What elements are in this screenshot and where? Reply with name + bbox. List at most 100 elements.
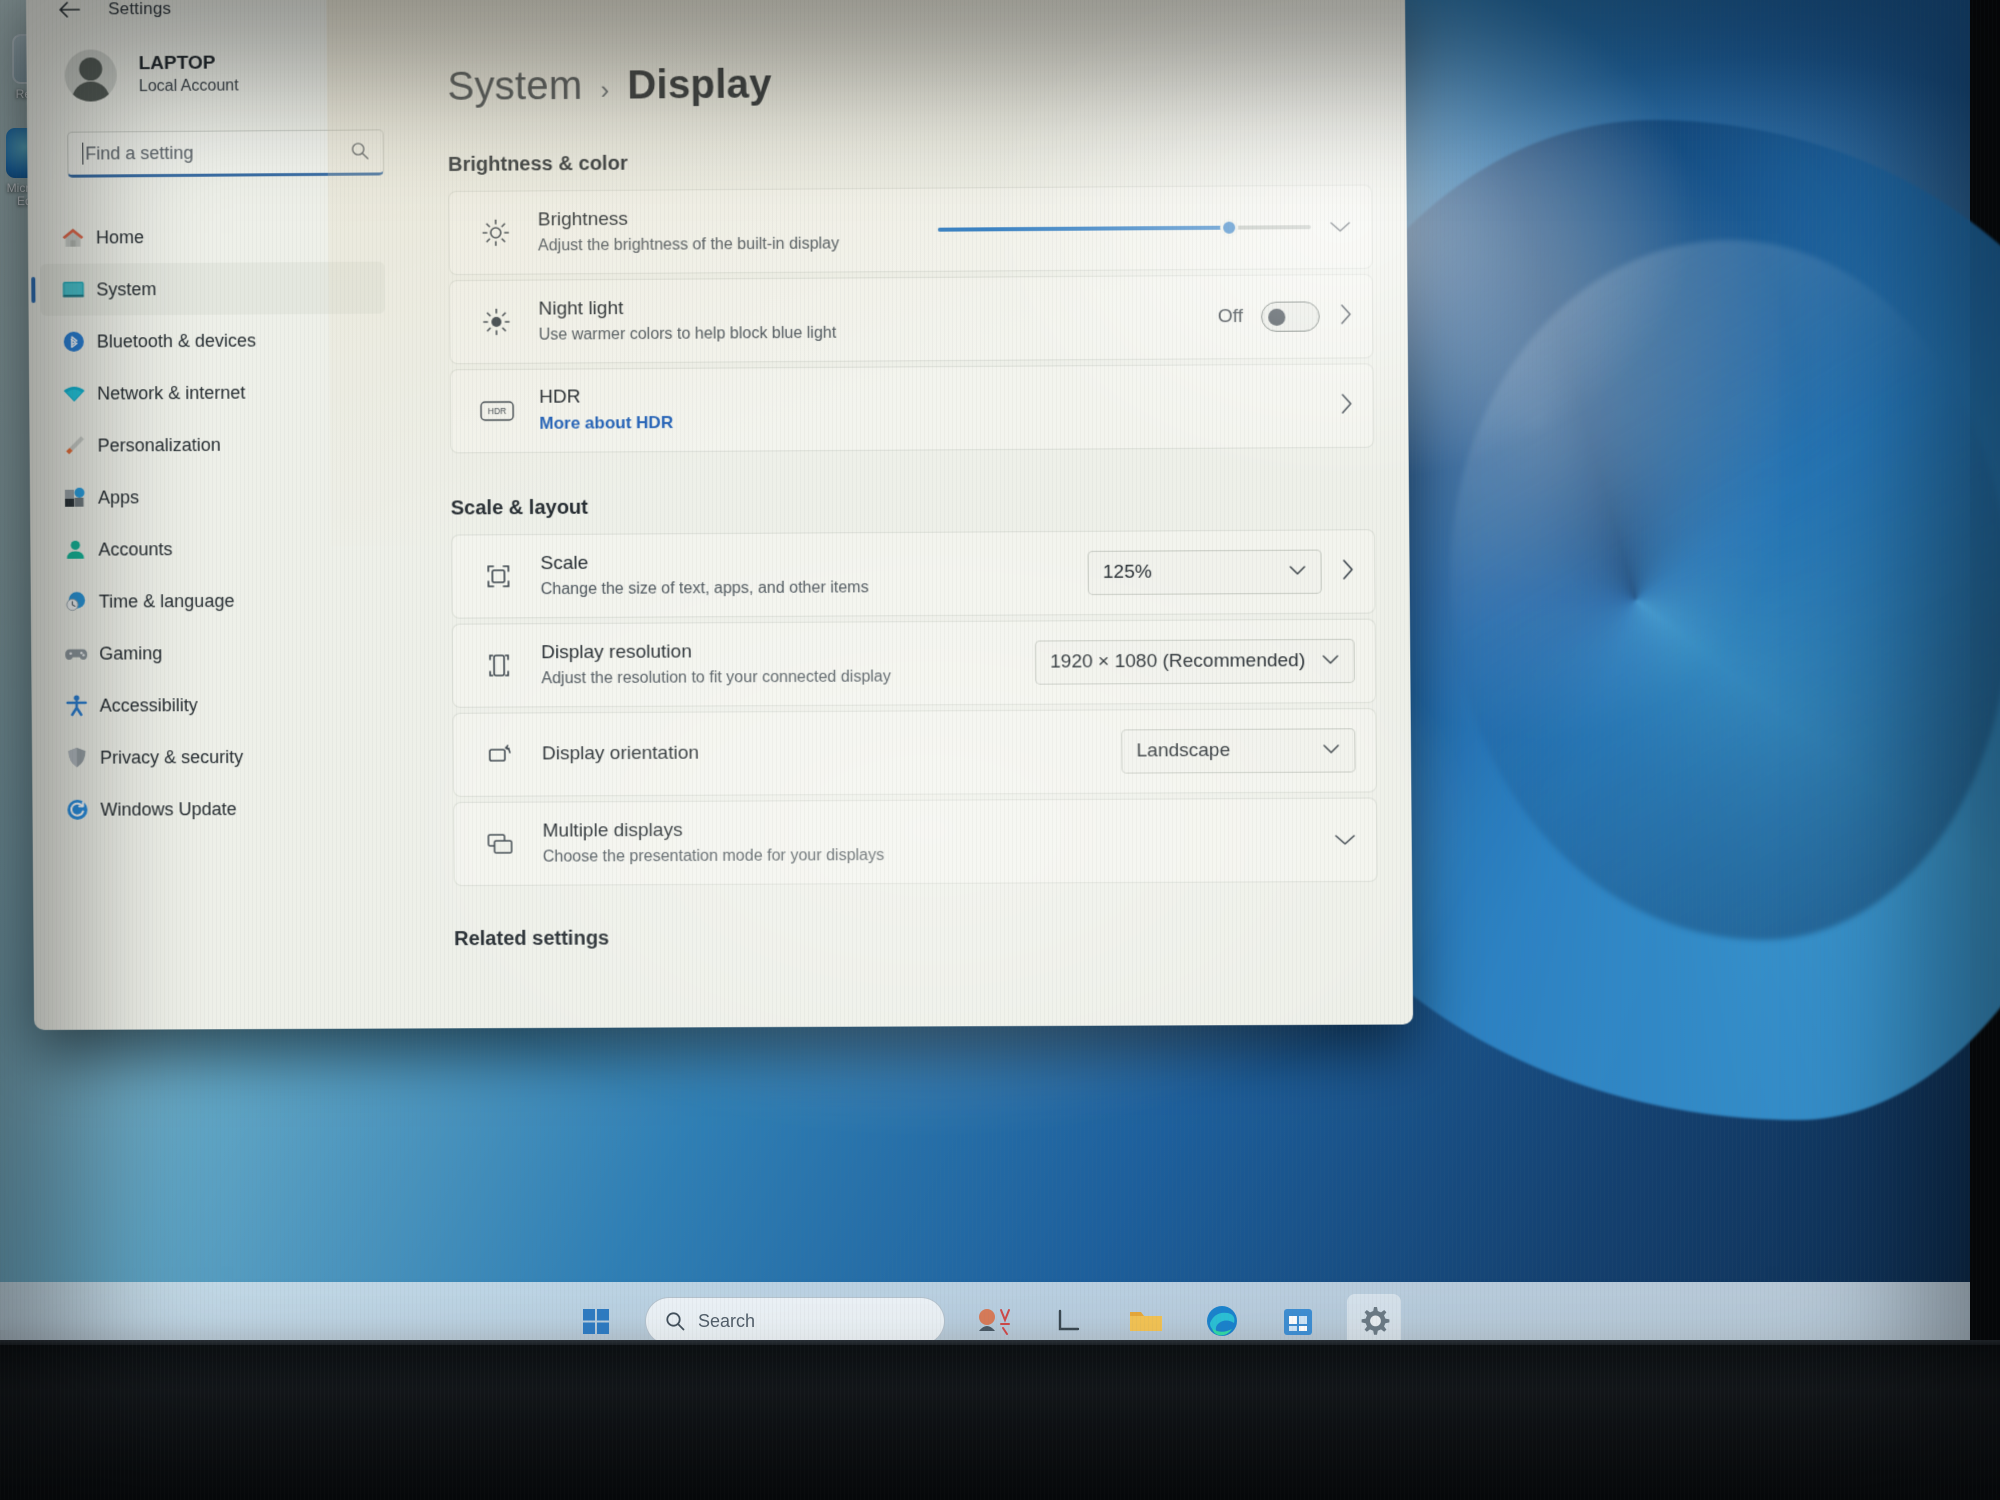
sidebar-item-label: Bluetooth & devices: [97, 330, 256, 352]
display-orientation-row[interactable]: Display orientation Landscape: [452, 708, 1377, 797]
brightness-icon: [476, 218, 516, 248]
account-name: LAPTOP: [139, 52, 239, 77]
display-orientation-dropdown[interactable]: Landscape: [1121, 728, 1355, 773]
avatar: [64, 49, 116, 101]
night-light-row[interactable]: Night light Use warmer colors to help bl…: [449, 274, 1374, 364]
multiple-displays-subtitle: Choose the presentation mode for your di…: [543, 843, 1312, 868]
search-icon: [350, 141, 370, 166]
sidebar-item-system[interactable]: System: [40, 262, 385, 316]
paintbrush-icon: [59, 431, 89, 461]
chevron-down-icon: [1288, 563, 1306, 581]
sidebar-item-label: Privacy & security: [100, 746, 243, 768]
chevron-right-icon[interactable]: [1340, 558, 1354, 584]
breadcrumb: System › Display: [447, 58, 1371, 110]
chevron-down-icon[interactable]: [1329, 216, 1351, 238]
store-icon: [1281, 1304, 1315, 1338]
display-resolution-subtitle: Adjust the resolution to fit your connec…: [541, 665, 1013, 689]
task-view-icon: [1055, 1307, 1085, 1335]
sidebar-item-personalization[interactable]: Personalization: [41, 418, 386, 472]
text-caret: [82, 143, 83, 165]
sidebar-item-label: Accessibility: [100, 695, 198, 717]
back-button[interactable]: [52, 0, 86, 27]
sidebar-item-network-internet[interactable]: Network & internet: [41, 366, 386, 420]
taskbar-search-placeholder: Search: [698, 1311, 755, 1332]
sidebar-item-label: Personalization: [98, 434, 221, 456]
account-icon: [60, 535, 90, 565]
scale-title: Scale: [540, 549, 1065, 577]
brightness-row[interactable]: Brightness Adjust the brightness of the …: [448, 184, 1373, 275]
monitor-icon: [58, 275, 88, 305]
scale-subtitle: Change the size of text, apps, and other…: [541, 576, 1066, 601]
orientation-icon: [480, 741, 520, 769]
search-placeholder: Find a setting: [85, 142, 193, 164]
main-content: System › Display Brightness & color Brig…: [413, 21, 1413, 1028]
gamepad-icon: [61, 639, 91, 669]
search-input[interactable]: Find a setting: [67, 129, 384, 177]
chevron-right-icon[interactable]: [1338, 303, 1352, 329]
scale-row[interactable]: Scale Change the size of text, apps, and…: [451, 529, 1376, 619]
slider-fill: [938, 226, 1229, 232]
display-resolution-dropdown[interactable]: 1920 × 1080 (Recommended): [1035, 639, 1355, 685]
sidebar-item-accounts[interactable]: Accounts: [42, 522, 387, 576]
search-icon: [664, 1310, 686, 1332]
sidebar-item-apps[interactable]: Apps: [42, 470, 387, 524]
laptop-screen-photo: Recycle Bin Microsoft Edge Settings: [0, 0, 2000, 1500]
multiple-displays-row[interactable]: Multiple displays Choose the presentatio…: [453, 797, 1378, 886]
breadcrumb-parent[interactable]: System: [447, 64, 582, 110]
sidebar-nav: Home System Bluetooth & devices Network …: [28, 209, 419, 836]
edge-icon: [1204, 1303, 1240, 1339]
display-resolution-title: Display resolution: [541, 639, 1013, 666]
page-title: Display: [627, 62, 772, 108]
account-block[interactable]: LAPTOP Local Account: [26, 29, 413, 126]
night-light-subtitle: Use warmer colors to help block blue lig…: [539, 320, 1196, 346]
sidebar-item-privacy-security[interactable]: Privacy & security: [44, 730, 389, 784]
chevron-down-icon: [1322, 741, 1340, 759]
section-heading-scale-layout: Scale & layout: [451, 492, 1375, 521]
sidebar-item-time-language[interactable]: Time & language: [43, 574, 388, 628]
night-light-toggle[interactable]: [1261, 301, 1320, 332]
multiple-displays-icon: [480, 831, 520, 857]
sidebar: LAPTOP Local Account Find a setting Home…: [26, 29, 420, 1030]
section-heading-related-settings: Related settings: [454, 924, 1378, 951]
slider-thumb[interactable]: [1220, 219, 1238, 237]
sidebar-item-accessibility[interactable]: Accessibility: [43, 678, 388, 732]
update-icon: [62, 795, 92, 825]
widgets-icon: [974, 1304, 1014, 1338]
chevron-right-icon[interactable]: [1338, 393, 1352, 419]
night-light-title: Night light: [538, 293, 1195, 322]
home-icon: [58, 223, 88, 253]
hdr-more-link[interactable]: More about HDR: [539, 408, 1316, 436]
multiple-displays-title: Multiple displays: [542, 816, 1311, 844]
sidebar-item-windows-update[interactable]: Windows Update: [44, 782, 389, 836]
brightness-title: Brightness: [538, 206, 916, 233]
sidebar-item-label: Time & language: [99, 590, 235, 612]
scale-icon: [478, 562, 518, 590]
search-wrapper: Find a setting: [67, 129, 384, 177]
folder-icon: [1127, 1305, 1165, 1337]
sidebar-item-label: Network & internet: [97, 382, 245, 404]
taskbar-search-box[interactable]: Search: [645, 1297, 945, 1345]
hdr-row[interactable]: HDR HDR More about HDR: [450, 363, 1375, 453]
sidebar-item-label: Gaming: [99, 643, 162, 664]
chevron-down-icon[interactable]: [1334, 829, 1356, 851]
sidebar-item-bluetooth-devices[interactable]: Bluetooth & devices: [41, 314, 386, 368]
settings-window: Settings LAPTOP Local Account Find a set…: [26, 0, 1413, 1030]
hdr-icon: HDR: [477, 399, 517, 423]
svg-text:HDR: HDR: [488, 406, 507, 416]
scale-dropdown[interactable]: 125%: [1088, 550, 1322, 596]
brightness-slider[interactable]: [938, 216, 1311, 241]
wifi-icon: [59, 379, 89, 409]
scale-value: 125%: [1103, 562, 1152, 584]
sidebar-item-label: Windows Update: [100, 799, 236, 821]
sidebar-item-label: System: [96, 279, 156, 300]
display-resolution-value: 1920 × 1080 (Recommended): [1050, 650, 1305, 673]
sidebar-item-label: Apps: [98, 487, 139, 508]
section-heading-brightness-color: Brightness & color: [448, 147, 1372, 177]
display-orientation-title: Display orientation: [542, 739, 1099, 767]
account-type: Local Account: [139, 75, 239, 97]
chevron-down-icon: [1321, 652, 1339, 670]
sidebar-item-gaming[interactable]: Gaming: [43, 626, 388, 680]
brightness-subtitle: Adjust the brightness of the built-in di…: [538, 232, 916, 256]
display-resolution-row[interactable]: Display resolution Adjust the resolution…: [452, 619, 1377, 708]
sidebar-item-home[interactable]: Home: [40, 209, 385, 263]
